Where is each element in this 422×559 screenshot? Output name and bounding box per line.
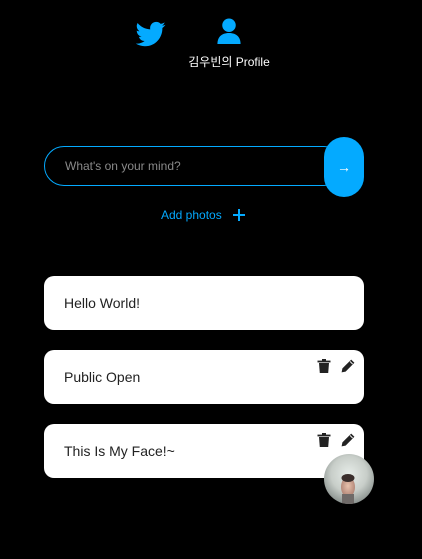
profile-label: 김우빈의 Profile: [188, 55, 270, 69]
trash-icon[interactable]: [317, 433, 331, 447]
tweet-card: This Is My Face!~: [44, 424, 364, 478]
tweet-attachment-image: [324, 454, 374, 504]
plus-icon: [232, 209, 245, 221]
add-photos-button[interactable]: Add photos: [161, 206, 245, 224]
pencil-icon[interactable]: [341, 359, 355, 373]
profile-link[interactable]: 김우빈의 Profile: [184, 18, 274, 70]
tweet-actions: [317, 359, 355, 373]
twitter-bird-icon: [135, 21, 166, 47]
tweet-card: Public Open: [44, 350, 364, 404]
pencil-icon[interactable]: [341, 433, 355, 447]
tweet-input[interactable]: [44, 146, 344, 186]
tweet-text: Hello World!: [64, 295, 140, 311]
tweet-actions: [317, 433, 355, 447]
home-link[interactable]: [135, 19, 166, 49]
submit-button[interactable]: →: [324, 137, 364, 197]
tweet-card: Hello World!: [44, 276, 364, 330]
tweet-text: Public Open: [64, 369, 141, 385]
user-icon: [217, 18, 241, 45]
tweet-composer: →: [44, 137, 364, 197]
tweet-text: This Is My Face!~: [64, 443, 175, 459]
add-photos-label: Add photos: [161, 208, 222, 222]
trash-icon[interactable]: [317, 359, 331, 373]
app-page: 김우빈의 Profile → Add photos Hello World! P…: [0, 0, 422, 559]
